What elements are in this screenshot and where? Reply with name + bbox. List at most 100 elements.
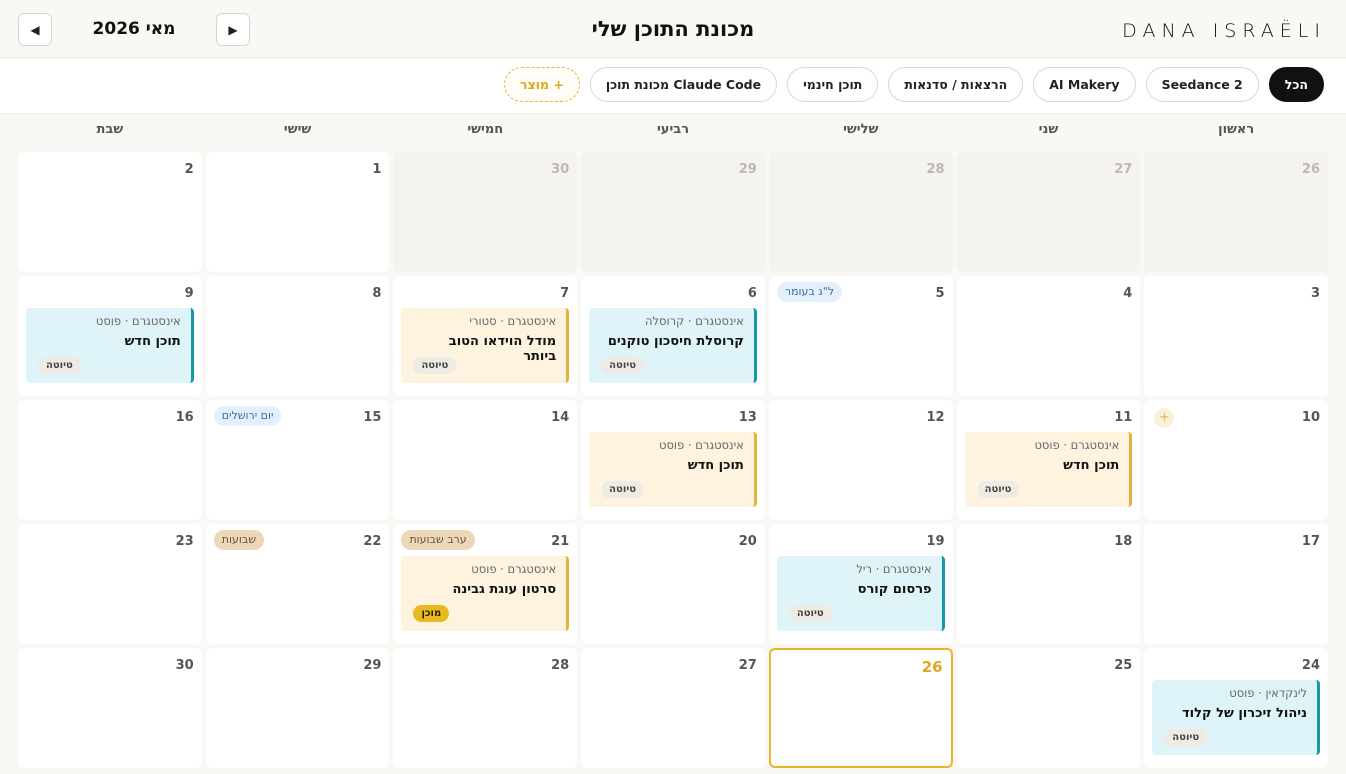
add-product-button[interactable]: + מוצר	[503, 67, 580, 102]
weekday-label: ראשון	[1218, 122, 1255, 137]
day-cell[interactable]: 19 אינסטגרם · ריל פרסום קורס טיוטה	[768, 524, 953, 644]
day-number: 15	[363, 410, 382, 425]
day-number: 5	[935, 286, 945, 301]
day-cell[interactable]: 28	[393, 648, 578, 768]
day-number: 16	[175, 410, 194, 425]
day-number: 20	[738, 534, 757, 549]
day-cell[interactable]: 30	[393, 152, 578, 272]
day-cell[interactable]: 23	[18, 524, 202, 644]
prev-month-button[interactable]: ◀	[18, 13, 52, 46]
filter-chip[interactable]: Claude Code מכונת תוכן	[589, 67, 778, 102]
day-number: 29	[363, 658, 382, 673]
weekday-label: שישי	[283, 122, 312, 137]
calendar-grid: 26 27 28 29 30 1 2 3 4 5 ל"ג בעומר 6 אינסטגרם · קרוס…	[18, 152, 1328, 772]
day-cell[interactable]: 12	[768, 400, 953, 520]
weekday-label: שבת	[96, 122, 124, 137]
filter-chip[interactable]: Seedance 2	[1145, 67, 1259, 102]
day-number: 25	[1114, 658, 1133, 673]
day-cell[interactable]: 17	[1144, 524, 1328, 644]
card-meta: אינסטגרם · פוסט	[659, 438, 744, 452]
weekday-label: שני	[1038, 122, 1059, 137]
day-number: 24	[1301, 658, 1320, 673]
day-number: 3	[1310, 286, 1320, 301]
day-cell[interactable]: 26	[1144, 152, 1328, 272]
content-card[interactable]: אינסטגרם · סטורי מודל הוידאו הטוב ביותר טי…	[401, 308, 570, 383]
day-cell[interactable]: 30	[18, 648, 202, 768]
day-cell[interactable]: 25	[956, 648, 1141, 768]
day-cell[interactable]: 5 ל"ג בעומר	[768, 276, 953, 396]
day-cell[interactable]: 9 אינסטגרם · פוסט תוכן חדש טיוטה	[18, 276, 202, 396]
content-card[interactable]: אינסטגרם · פוסט תוכן חדש טיוטה	[589, 432, 757, 507]
day-number: 18	[1114, 534, 1133, 549]
day-number: 28	[551, 658, 570, 673]
day-cell[interactable]: 27	[956, 152, 1141, 272]
card-meta: אינסטגרם · סטורי	[469, 314, 557, 328]
status-badge: טיוטה	[601, 481, 644, 498]
content-card[interactable]: אינסטגרם · קרוסלה קרוסלת חיסכון טוקנים טיו…	[589, 308, 757, 383]
weekday-label: חמישי	[467, 122, 504, 137]
day-cell[interactable]: 28	[768, 152, 953, 272]
content-card[interactable]: אינסטגרם · ריל פרסום קורס טיוטה	[776, 556, 945, 631]
card-meta: אינסטגרם · קרוסלה	[644, 314, 744, 328]
next-month-button[interactable]: ▶	[216, 13, 250, 46]
content-card[interactable]: לינקדאין · פוסט ניהול זיכרון של קלוד טיוטה	[1152, 680, 1320, 755]
day-number: 29	[738, 162, 757, 177]
day-cell-today[interactable]: 26	[768, 648, 953, 768]
day-number: 12	[926, 410, 945, 425]
status-badge: טיוטה	[976, 481, 1020, 498]
content-card[interactable]: אינסטגרם · פוסט סרטון עוגת גבינה מוכן	[401, 556, 570, 631]
filter-chip[interactable]: תוכן חינמי	[787, 67, 879, 102]
day-number: 21	[551, 534, 570, 549]
status-badge: טיוטה	[413, 357, 457, 374]
day-number: 14	[551, 410, 570, 425]
day-cell[interactable]: 14	[393, 400, 578, 520]
day-number: 7	[560, 286, 570, 301]
add-content-icon[interactable]: +	[1154, 408, 1175, 428]
day-number: 8	[372, 286, 382, 301]
card-title: תוכן חדש	[687, 458, 744, 473]
day-cell[interactable]: 7 אינסטגרם · סטורי מודל הוידאו הטוב ביותר ט…	[393, 276, 578, 396]
day-cell[interactable]: 3	[1144, 276, 1328, 396]
day-cell[interactable]: 8	[205, 276, 390, 396]
day-number: 22	[363, 534, 382, 549]
day-cell[interactable]: 2	[18, 152, 202, 272]
day-number: 17	[1301, 534, 1320, 549]
day-cell[interactable]: 22 שבועות	[205, 524, 390, 644]
day-cell[interactable]: 11 אינסטגרם · פוסט תוכן חדש טיוטה	[956, 400, 1141, 520]
day-cell[interactable]: 27	[581, 648, 765, 768]
day-cell[interactable]: 4	[956, 276, 1141, 396]
day-number: 26	[1301, 162, 1320, 177]
status-badge: טיוטה	[788, 605, 832, 622]
day-cell[interactable]: 21 ערב שבועות אינסטגרם · פוסט סרטון עוגת גב…	[393, 524, 578, 644]
day-number: 11	[1114, 410, 1133, 425]
filter-chip[interactable]: AI Makery	[1033, 67, 1136, 102]
card-title: תוכן חדש	[124, 334, 181, 349]
day-number: 13	[738, 410, 757, 425]
day-cell[interactable]: 10 +	[1144, 400, 1328, 520]
chevron-right-icon: ▶	[228, 22, 238, 37]
day-cell[interactable]: 13 אינסטגרם · פוסט תוכן חדש טיוטה	[581, 400, 765, 520]
weekday-header: ראשון שני שלישי רביעי חמישי שישי שבת	[18, 114, 1328, 150]
day-number: 9	[184, 286, 194, 301]
day-cell[interactable]: 29	[205, 648, 390, 768]
day-cell[interactable]: 15 יום ירושלים	[205, 400, 390, 520]
day-cell[interactable]: 24 לינקדאין · פוסט ניהול זיכרון של קלוד טיו…	[1144, 648, 1328, 768]
content-card[interactable]: אינסטגרם · פוסט תוכן חדש טיוטה	[26, 308, 194, 383]
day-number: 2	[184, 162, 194, 177]
day-number: 1	[372, 162, 382, 177]
day-cell[interactable]: 6 אינסטגרם · קרוסלה קרוסלת חיסכון טוקנים טי…	[581, 276, 765, 396]
content-card[interactable]: אינסטגרם · פוסט תוכן חדש טיוטה	[964, 432, 1133, 507]
day-cell[interactable]: 20	[581, 524, 765, 644]
day-cell[interactable]: 18	[956, 524, 1141, 644]
day-cell[interactable]: 1	[205, 152, 390, 272]
card-title: סרטון עוגת גבינה	[452, 582, 557, 597]
day-cell[interactable]: 29	[581, 152, 765, 272]
card-title: ניהול זיכרון של קלוד	[1182, 706, 1307, 721]
day-number: 23	[175, 534, 194, 549]
filter-chip[interactable]: הרצאות / סדנאות	[888, 67, 1024, 102]
card-meta: אינסטגרם · פוסט	[1034, 438, 1120, 452]
day-cell[interactable]: 16	[18, 400, 202, 520]
card-title: תוכן חדש	[1063, 458, 1120, 473]
filter-chip[interactable]: הכל	[1268, 67, 1324, 102]
day-number: 27	[1114, 162, 1133, 177]
